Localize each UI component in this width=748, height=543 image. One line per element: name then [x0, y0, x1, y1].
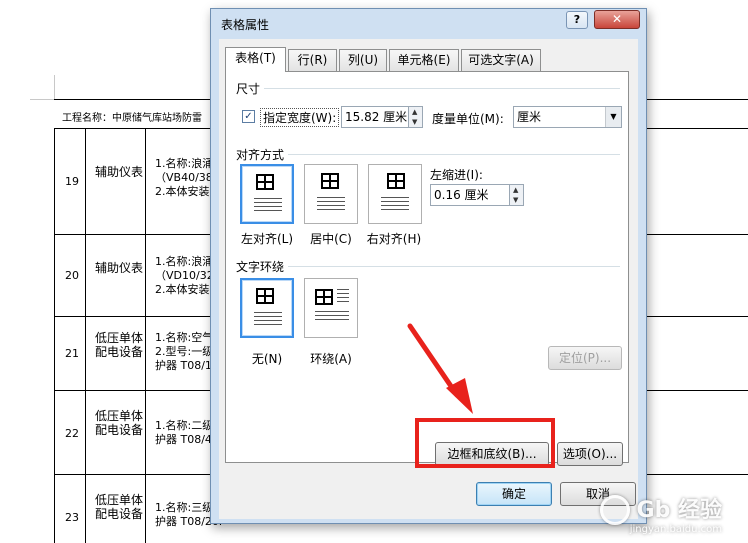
dialog-titlebar[interactable]: 表格属性 ? ✕: [211, 9, 646, 37]
text-lines-icon: [315, 311, 349, 323]
tab-alt-text[interactable]: 可选文字(A): [461, 49, 541, 71]
tab-column[interactable]: 列(U): [339, 49, 387, 71]
wrap-none-option[interactable]: [240, 278, 294, 338]
indent-label: 左缩进(I):: [430, 168, 483, 182]
row-name: 低压单体配电设备: [95, 331, 144, 359]
watermark-logo-icon: [600, 495, 630, 525]
annotation-highlight-box: [415, 418, 555, 468]
indent-spinner[interactable]: ▲ ▼: [509, 184, 524, 206]
ok-button[interactable]: 确定: [476, 482, 552, 506]
separator: [288, 266, 620, 267]
margin-mark: [30, 99, 54, 100]
tab-cell[interactable]: 单元格(E): [389, 49, 459, 71]
tab-page-table: 尺寸 ✓ 指定宽度(W): 15.82 厘米 ▲ ▼ 度量单位(M): 厘米 ▼ …: [225, 71, 629, 466]
dialog-title: 表格属性: [221, 18, 270, 32]
spin-up-icon[interactable]: ▲: [412, 108, 417, 116]
tab-table[interactable]: 表格(T): [225, 47, 286, 72]
text-lines-icon: [381, 197, 409, 213]
row-number: 19: [65, 175, 79, 188]
dropdown-arrow-icon[interactable]: ▼: [605, 107, 621, 127]
width-input[interactable]: 15.82 厘米: [341, 106, 409, 128]
table-align-left-icon: [256, 174, 274, 190]
indent-input[interactable]: 0.16 厘米: [430, 184, 510, 206]
wrap-none-caption[interactable]: 无(N): [238, 350, 296, 367]
align-center-caption[interactable]: 居中(C): [302, 230, 360, 247]
options-button[interactable]: 选项(O)...: [557, 442, 623, 466]
align-right-caption[interactable]: 右对齐(H): [362, 230, 426, 247]
align-left-caption[interactable]: 左对齐(L): [238, 230, 296, 247]
watermark-url: jingyan.baidu.com: [629, 524, 722, 535]
table-align-right-icon: [387, 173, 405, 189]
row-number: 23: [65, 511, 79, 524]
align-right-option[interactable]: [368, 164, 422, 224]
spin-down-icon[interactable]: ▼: [412, 118, 417, 126]
row-name: 低压单体配电设备: [95, 493, 144, 521]
specify-width-label[interactable]: 指定宽度(W):: [260, 108, 340, 127]
table-wrap-around-icon: [315, 289, 333, 305]
row-name: 辅助仪表: [95, 165, 144, 179]
wrapping-section-label: 文字环绕: [236, 260, 285, 274]
specify-width-checkbox[interactable]: ✓: [242, 110, 255, 123]
size-section-label: 尺寸: [236, 82, 261, 96]
measure-select[interactable]: 厘米 ▼: [513, 106, 622, 128]
row-number: 20: [65, 269, 79, 282]
text-lines-icon: [337, 289, 349, 305]
align-left-option[interactable]: [240, 164, 294, 224]
help-button[interactable]: ?: [566, 11, 588, 29]
text-lines-icon: [254, 312, 282, 328]
separator: [264, 88, 620, 89]
row-name: 低压单体配电设备: [95, 409, 144, 437]
text-lines-icon: [317, 197, 345, 213]
project-name: 工程名称：中原储气库站场防雷: [62, 113, 202, 124]
row-name: 辅助仪表: [95, 261, 144, 275]
separator: [288, 154, 620, 155]
watermark: Gb 经验 jingyan.baidu.com: [630, 492, 722, 535]
spin-up-icon[interactable]: ▲: [513, 186, 518, 194]
align-center-option[interactable]: [304, 164, 358, 224]
row-number: 22: [65, 427, 79, 440]
close-button[interactable]: ✕: [594, 10, 640, 29]
watermark-title: Gb 经验: [636, 498, 722, 523]
table-align-center-icon: [321, 173, 339, 189]
width-spinner[interactable]: ▲ ▼: [408, 106, 423, 128]
spin-down-icon[interactable]: ▼: [513, 196, 518, 204]
wrap-around-caption[interactable]: 环绕(A): [302, 350, 360, 367]
tab-row[interactable]: 行(R): [288, 49, 337, 71]
wrap-around-option[interactable]: [304, 278, 358, 338]
text-lines-icon: [254, 198, 282, 214]
row-number: 21: [65, 347, 79, 360]
table-no-wrap-icon: [256, 288, 274, 304]
position-button[interactable]: 定位(P)...: [548, 346, 622, 370]
margin-mark: [54, 75, 55, 99]
measure-label: 度量单位(M):: [432, 112, 504, 126]
alignment-section-label: 对齐方式: [236, 148, 285, 162]
measure-value: 厘米: [517, 110, 542, 124]
